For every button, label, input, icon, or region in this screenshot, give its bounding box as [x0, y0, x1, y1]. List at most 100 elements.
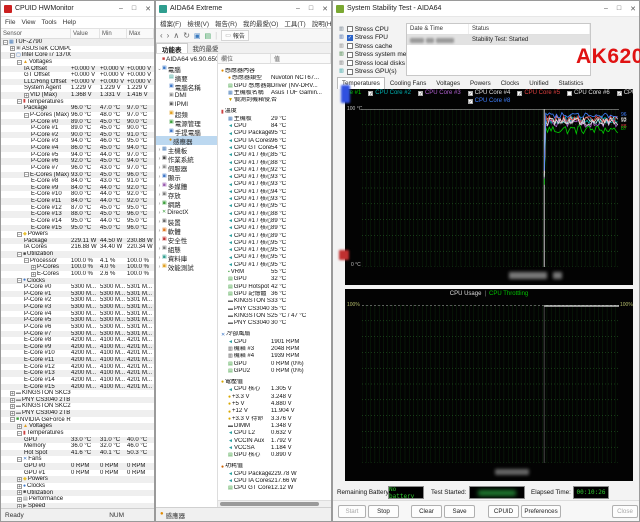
- tree-item[interactable]: ▣ 電腦名稱: [156, 82, 217, 92]
- sensor-row[interactable]: ◄CPU #1 / 核心 #1289 °C: [218, 233, 331, 240]
- sensor-row[interactable]: ◄CPU #1 / 核心 #185 °C: [218, 152, 331, 159]
- expander-icon[interactable]: −: [17, 430, 22, 436]
- table-row[interactable]: +▣ASUSTeK COMPUTE...: [1, 46, 154, 53]
- sensor-row[interactable]: ◄ CPU 84 °C: [218, 123, 331, 130]
- menu-item[interactable]: 報告(R): [215, 18, 237, 28]
- table-row[interactable]: IA Cores 216.88 W 34.40 W 220.34 W: [1, 244, 154, 251]
- sensor-row[interactable]: ● 感應器類型 Nuvoton NCT67...: [218, 75, 331, 82]
- sensor-row[interactable]: ▤ CPU GT Cores 12.12 W: [218, 485, 331, 492]
- sensor-row[interactable]: ▼偵測到機箱侵入否: [218, 97, 331, 104]
- column-header-value[interactable]: 值: [271, 54, 331, 63]
- sensor-row[interactable]: ◄CPU #1 / 核心 #1189 °C: [218, 225, 331, 232]
- table-row[interactable]: − ▮ Temperatures: [1, 99, 154, 106]
- tree-item[interactable]: ■ AIDA64 v6.90.6500: [156, 55, 217, 64]
- table-row[interactable]: P-Core #7 96.0 °C 43.0 °C 97.0 °C: [1, 165, 154, 172]
- tree-item[interactable]: › ▣ 軟體: [156, 226, 217, 236]
- table-row[interactable]: P-Core #0 89.0 °C 45.0 °C 90.0 °C: [1, 118, 154, 126]
- table-row[interactable]: E-Core #10 80.0 °C 44.0 °C 92.0 °C: [1, 191, 154, 198]
- tab-unified[interactable]: Unified: [524, 77, 553, 89]
- minimize-icon[interactable]: –: [119, 5, 123, 12]
- tree-item[interactable]: › ▣ 效能測試: [156, 262, 217, 272]
- table-row[interactable]: GT Offset +0.000 V +0.000 V +0.000 V: [1, 72, 154, 79]
- expander-icon[interactable]: −: [10, 417, 15, 423]
- expander-icon[interactable]: −: [24, 258, 29, 264]
- legend-item[interactable]: ✓ CPU Core #3: [417, 90, 461, 96]
- expander-icon[interactable]: +: [17, 496, 22, 502]
- sensor-row[interactable]: ▤ GPU2 0 RPM (0%): [218, 368, 331, 375]
- checkbox-icon[interactable]: [346, 51, 353, 58]
- tree-item[interactable]: ▣ IPMI: [156, 100, 217, 109]
- sensor-row[interactable]: ◄ CPU Package 95 °C: [218, 130, 331, 137]
- expander-icon[interactable]: +: [10, 410, 15, 416]
- table-row[interactable]: E-Core #15 95.0 °C 45.0 °C 96.0 °C: [1, 224, 154, 232]
- expander-icon[interactable]: +: [10, 390, 15, 396]
- table-row[interactable]: − ▮ Temperatures: [1, 430, 154, 437]
- table-row[interactable]: +▬PNY CS3040 2TB SSD: [1, 410, 154, 417]
- close-icon[interactable]: ✕: [145, 5, 151, 13]
- checkbox-icon[interactable]: [346, 68, 353, 75]
- sensor-row[interactable]: ◄ CPU 核心 1.305 V: [218, 386, 331, 393]
- sensor-row[interactable]: ◄CPU #1 / 核心 #1695 °C: [218, 262, 331, 269]
- sensor-row[interactable]: ▬PNY CS3040 2TB SSD (PNY2...30 °C: [218, 320, 331, 327]
- expander-icon[interactable]: −: [17, 59, 22, 65]
- forward-icon[interactable]: ›: [167, 31, 170, 40]
- table-row[interactable]: E-Core #8 4200 M... 4100 M... 4201 M...: [1, 337, 154, 344]
- sensor-row[interactable]: ◄CPU #1 / 核心 #288 °C: [218, 160, 331, 167]
- table-row[interactable]: P-Core #7 5300 M... 5300 M... 5301 M...: [1, 330, 154, 338]
- table-row[interactable]: P-Core #2 90.0 °C 45.0 °C 91.0 °C: [1, 131, 154, 139]
- save-button[interactable]: Save: [444, 505, 475, 518]
- sensor-row[interactable]: ▬KINGSTON SKC2500M82000G33 °C: [218, 298, 331, 305]
- tree-item[interactable]: › ▦ 主機板: [156, 145, 217, 155]
- report-button[interactable]: ▭ 報告: [221, 30, 249, 41]
- tree-item[interactable]: › ▣ 資料庫: [156, 253, 217, 263]
- table-row[interactable]: P-Core #6 92.0 °C 45.0 °C 94.0 °C: [1, 158, 154, 165]
- checkbox-icon[interactable]: ✓: [346, 34, 353, 41]
- expander-icon[interactable]: +: [10, 404, 15, 410]
- table-row[interactable]: Hot Spot 41.6 °C 40.1 °C 50.3 °C: [1, 449, 154, 457]
- sensor-row[interactable]: ◄CPU #1 / 核心 #392 °C: [218, 167, 331, 174]
- tab-cooling-fans[interactable]: Cooling Fans: [385, 77, 431, 89]
- tab-powers[interactable]: Powers: [465, 77, 496, 89]
- sensor-row[interactable]: ▦ 主機板名稱 Asus TUF Gamin...: [218, 90, 331, 97]
- column-header-max[interactable]: Max: [127, 29, 154, 38]
- sensor-row[interactable]: ● +12 V 11.904 V: [218, 408, 331, 415]
- menu-item[interactable]: 工具(T): [284, 18, 305, 28]
- table-row[interactable]: System Agent 1.229 V 1.229 V 1.229 V: [1, 85, 154, 92]
- expander-icon[interactable]: +: [31, 271, 36, 277]
- tree-item[interactable]: ▣ 電源管理: [156, 118, 217, 128]
- table-row[interactable]: E-Core #13 4200 M... 4100 M... 4201 M...: [1, 370, 154, 377]
- column-status[interactable]: Status: [469, 24, 590, 34]
- sensor-row[interactable]: ● +5 V 4.880 V: [218, 401, 331, 408]
- menu-item-file[interactable]: File: [5, 19, 15, 26]
- legend-item[interactable]: ✓ CPU Core #4: [467, 90, 510, 96]
- close-icon[interactable]: ✕: [322, 5, 328, 13]
- table-row[interactable]: GPU 33.0 °C 31.0 °C 40.0 °C: [1, 436, 154, 444]
- sensor-row[interactable]: ▤ GPU 核心 0.890 V: [218, 452, 331, 459]
- table-row[interactable]: − ◆ Powers: [1, 231, 154, 238]
- close-button[interactable]: Close: [612, 505, 638, 518]
- checkbox-icon[interactable]: [346, 60, 353, 67]
- sensor-row[interactable]: ▬KINGSTON SKC3000S1024G25 °C / 47 °C: [218, 313, 331, 320]
- tree-item[interactable]: › ▣ 多媒體: [156, 181, 217, 191]
- tree-item[interactable]: › ▣ 安全性: [156, 235, 217, 245]
- expander-icon[interactable]: −: [3, 39, 8, 45]
- table-row[interactable]: E-Core #11 4200 M... 4100 M... 4201 M...: [1, 357, 154, 364]
- sensor-row[interactable]: ◄CPU #1 / 核心 #1395 °C: [218, 240, 331, 247]
- tab-clocks[interactable]: Clocks: [496, 77, 525, 89]
- menu-item-tools[interactable]: Tools: [41, 19, 56, 26]
- column-header-field[interactable]: 欄位: [218, 54, 271, 63]
- tab-voltages[interactable]: Voltages: [431, 77, 465, 89]
- tree-item[interactable]: ⌄ ▣ 電腦: [156, 64, 217, 74]
- close-icon[interactable]: ✕: [630, 5, 636, 13]
- clear-button[interactable]: Clear: [411, 505, 442, 518]
- tree-item[interactable]: › ▣ 存放: [156, 190, 217, 200]
- sensor-row[interactable]: ▤ GPU 記憶體 36 °C: [218, 291, 331, 298]
- horizontal-scrollbar[interactable]: [218, 500, 331, 507]
- tree-item[interactable]: ▤ 摘要: [156, 73, 217, 83]
- panel-tab[interactable]: 我的最愛: [188, 43, 224, 53]
- tree-item[interactable]: › ▣ 伺服器: [156, 163, 217, 173]
- sensor-row[interactable]: ▥ 機箱 #4 1939 RPM: [218, 353, 331, 360]
- table-row[interactable]: + VID (Max) 1.368 V 1.331 V 1.416 V: [1, 92, 154, 99]
- table-row[interactable]: P-Core #3 94.0 °C 46.0 °C 95.0 °C: [1, 138, 154, 145]
- table-row[interactable]: P-Core #1 5300 M... 5300 M... 5301 M...: [1, 290, 154, 298]
